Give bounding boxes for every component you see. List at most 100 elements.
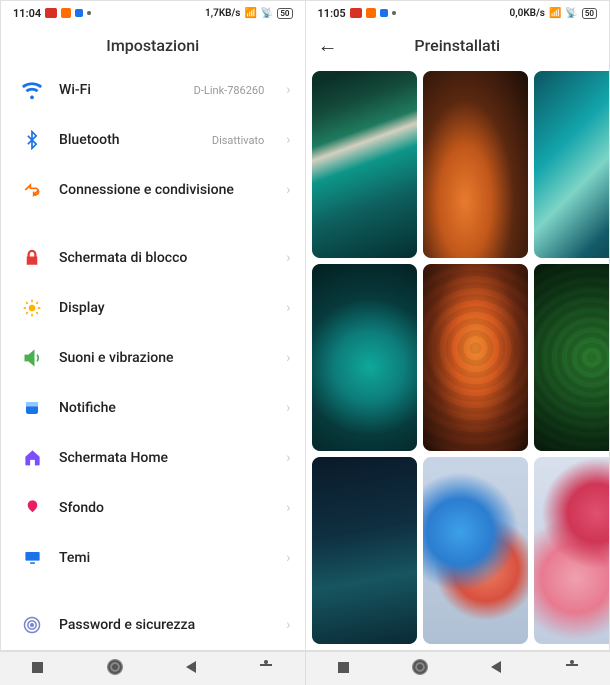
settings-label: Connessione e condivisione xyxy=(59,182,264,198)
wifi-icon xyxy=(21,79,43,101)
accessibility-button[interactable] xyxy=(260,660,272,678)
accessibility-button[interactable] xyxy=(566,660,578,678)
chevron-right-icon: › xyxy=(286,250,290,266)
section-divider xyxy=(1,583,305,601)
fingerprint-icon xyxy=(21,614,43,636)
chevron-right-icon: › xyxy=(286,450,290,466)
nav-left-phone xyxy=(0,652,306,685)
more-icon xyxy=(392,11,396,15)
app-icon-orange xyxy=(61,8,71,18)
chevron-right-icon: › xyxy=(286,350,290,366)
settings-item-wallpaper[interactable]: Sfondo › xyxy=(1,483,305,533)
wifi-icon: 📡 xyxy=(261,8,273,19)
share-icon xyxy=(21,179,43,201)
wifi-icon: 📡 xyxy=(565,8,577,19)
themes-icon xyxy=(21,547,43,569)
phone-wallpapers: 11:05 0,0KB/s 📶 📡 50 ← Preinstallati xyxy=(305,0,610,651)
screenshot-container: 11:04 1,7KB/s 📶 📡 50 Impostazioni xyxy=(0,0,610,685)
status-left: 11:05 xyxy=(318,7,396,20)
wallpaper-thumbnail[interactable] xyxy=(312,264,417,451)
wallpaper-thumbnail[interactable] xyxy=(423,457,528,644)
home-button[interactable] xyxy=(413,660,427,678)
settings-item-lockscreen[interactable]: Schermata di blocco › xyxy=(1,233,305,283)
back-button[interactable] xyxy=(491,661,501,677)
settings-item-security[interactable]: Password e sicurezza › xyxy=(1,600,305,650)
settings-label: Notifiche xyxy=(59,400,264,416)
settings-label: Schermata Home xyxy=(59,450,264,466)
lock-icon xyxy=(21,247,43,269)
wallpaper-thumbnail[interactable] xyxy=(312,457,417,644)
network-speed: 0,0KB/s xyxy=(510,8,545,19)
status-time: 11:04 xyxy=(13,7,41,20)
home-icon xyxy=(21,447,43,469)
signal-icon: 📶 xyxy=(549,8,561,19)
back-button[interactable] xyxy=(186,661,196,677)
chevron-right-icon: › xyxy=(286,550,290,566)
app-icon-blue xyxy=(380,9,388,17)
settings-value: Disattivato xyxy=(212,134,264,147)
settings-list[interactable]: Wi-Fi D-Link-786260 › Bluetooth Disattiv… xyxy=(1,65,305,650)
wallpaper-thumbnail[interactable] xyxy=(534,71,609,258)
status-bar: 11:04 1,7KB/s 📶 📡 50 xyxy=(1,1,305,25)
wallpaper-thumbnail[interactable] xyxy=(312,71,417,258)
wallpaper-thumbnail[interactable] xyxy=(534,457,609,644)
chevron-right-icon: › xyxy=(286,400,290,416)
phone-settings: 11:04 1,7KB/s 📶 📡 50 Impostazioni xyxy=(0,0,305,651)
gmail-icon xyxy=(45,8,57,18)
settings-label: Temi xyxy=(59,550,264,566)
wallpaper-thumbnail[interactable] xyxy=(423,71,528,258)
wallpaper-thumbnail[interactable] xyxy=(423,264,528,451)
wallpaper-icon xyxy=(21,497,43,519)
settings-value: D-Link-786260 xyxy=(194,84,265,97)
back-button[interactable]: ← xyxy=(318,33,338,58)
wallpaper-grid[interactable] xyxy=(306,65,610,650)
settings-item-connection[interactable]: Connessione e condivisione › xyxy=(1,165,305,215)
nav-right-phone xyxy=(306,652,610,685)
chevron-right-icon: › xyxy=(286,500,290,516)
settings-label: Sfondo xyxy=(59,500,264,516)
chevron-right-icon: › xyxy=(286,82,290,98)
chevron-right-icon: › xyxy=(286,300,290,316)
chevron-right-icon: › xyxy=(286,132,290,148)
settings-label: Bluetooth xyxy=(59,132,196,148)
settings-item-wifi[interactable]: Wi-Fi D-Link-786260 › xyxy=(1,65,305,115)
app-icon-orange xyxy=(366,8,376,18)
phones-row: 11:04 1,7KB/s 📶 📡 50 Impostazioni xyxy=(0,0,610,651)
settings-item-display[interactable]: Display › xyxy=(1,283,305,333)
status-left: 11:04 xyxy=(13,7,91,20)
settings-item-notifications[interactable]: Notifiche › xyxy=(1,383,305,433)
battery-icon: 50 xyxy=(277,8,292,19)
status-right: 0,0KB/s 📶 📡 50 xyxy=(510,8,597,19)
settings-label: Password e sicurezza xyxy=(59,617,264,633)
chevron-right-icon: › xyxy=(286,617,290,633)
signal-icon: 📶 xyxy=(244,8,256,19)
settings-item-sound[interactable]: Suoni e vibrazione › xyxy=(1,333,305,383)
settings-item-homescreen[interactable]: Schermata Home › xyxy=(1,433,305,483)
wallpaper-thumbnail[interactable] xyxy=(534,264,609,451)
bluetooth-icon xyxy=(21,129,43,151)
status-right: 1,7KB/s 📶 📡 50 xyxy=(205,8,292,19)
battery-icon: 50 xyxy=(582,8,597,19)
header: Impostazioni xyxy=(1,25,305,65)
settings-label: Schermata di blocco xyxy=(59,250,264,266)
app-icon-blue xyxy=(75,9,83,17)
settings-label: Wi-Fi xyxy=(59,82,178,98)
volume-icon xyxy=(21,347,43,369)
gmail-icon xyxy=(350,8,362,18)
settings-label: Suoni e vibrazione xyxy=(59,350,264,366)
page-title: Impostazioni xyxy=(106,36,199,55)
sun-icon xyxy=(21,297,43,319)
home-button[interactable] xyxy=(108,660,122,678)
page-title: Preinstallati xyxy=(414,36,500,55)
more-icon xyxy=(87,11,91,15)
settings-label: Display xyxy=(59,300,264,316)
chevron-right-icon: › xyxy=(286,182,290,198)
recents-button[interactable] xyxy=(32,661,43,677)
notification-icon xyxy=(21,397,43,419)
settings-item-bluetooth[interactable]: Bluetooth Disattivato › xyxy=(1,115,305,165)
recents-button[interactable] xyxy=(338,661,349,677)
navigation-bar xyxy=(0,651,610,685)
status-time: 11:05 xyxy=(318,7,346,20)
settings-item-themes[interactable]: Temi › xyxy=(1,533,305,583)
section-divider xyxy=(1,215,305,233)
